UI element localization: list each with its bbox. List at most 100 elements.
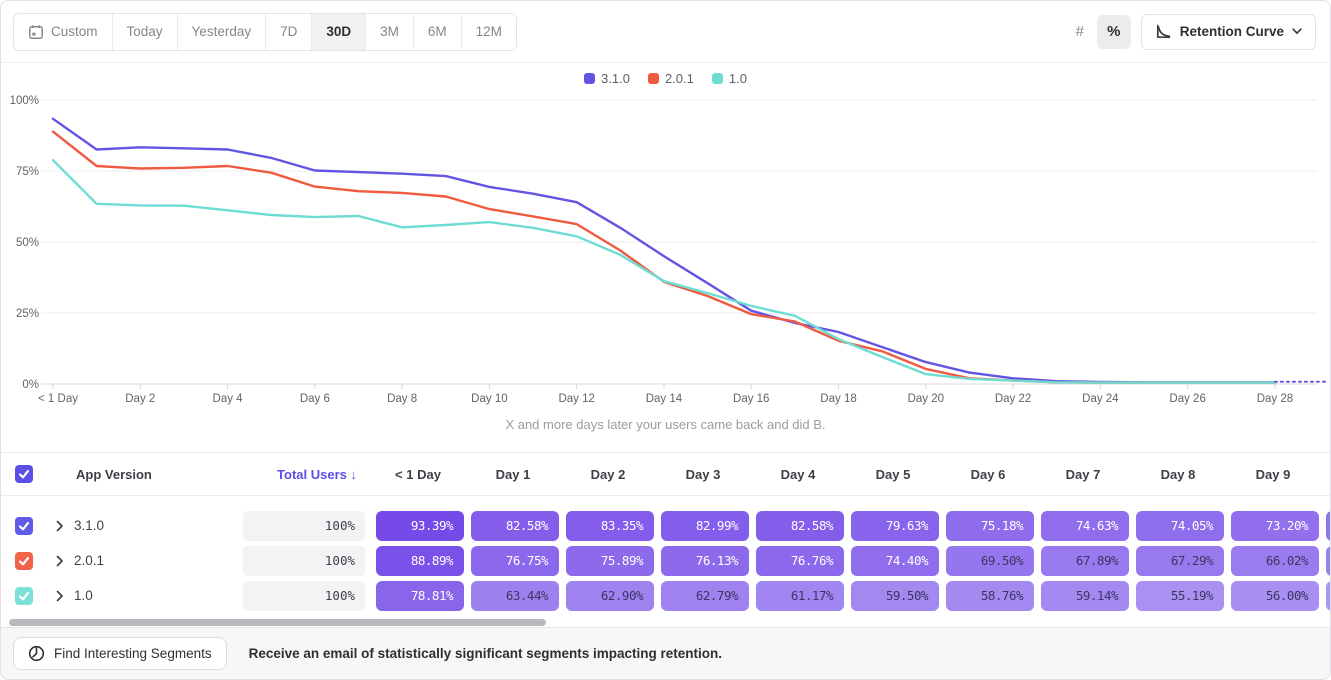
retention-value-pill[interactable]: 59.14% (1041, 581, 1129, 611)
total-users-cell: 100% (243, 546, 365, 576)
find-interesting-segments-button[interactable]: Find Interesting Segments (13, 637, 227, 670)
retention-cell-wrap: 74.40% (840, 546, 935, 576)
header-day-column[interactable]: Day 7 (1030, 467, 1125, 482)
retention-value-pill[interactable]: 74.40% (851, 546, 939, 576)
x-axis-label: < 1 Day (38, 393, 78, 405)
legend-label: 3.1.0 (601, 71, 630, 86)
absolute-format-button[interactable]: # (1063, 15, 1097, 49)
x-axis-label: Day 8 (387, 393, 417, 405)
retention-value-pill[interactable]: 82.58% (756, 511, 844, 541)
check-icon (18, 468, 30, 480)
date-range-yesterday[interactable]: Yesterday (177, 14, 266, 50)
retention-value-pill[interactable]: 78.81% (376, 581, 464, 611)
legend-item[interactable]: 3.1.0 (584, 71, 630, 86)
retention-value-pill[interactable]: 69.50% (946, 546, 1034, 576)
retention-value-pill[interactable]: 74.05% (1136, 511, 1224, 541)
table-header-row: App Version Total Users ↓ < 1 DayDay 1Da… (1, 452, 1330, 496)
y-axis-label: 50% (16, 237, 39, 249)
date-range-30d[interactable]: 30D (311, 14, 365, 50)
date-range-custom[interactable]: Custom (14, 14, 112, 50)
legend-item[interactable]: 2.0.1 (648, 71, 694, 86)
series-line-3.1.0[interactable] (53, 119, 1275, 383)
retention-value-pill[interactable]: 82.99% (661, 511, 749, 541)
header-day-column[interactable]: Day 2 (555, 467, 650, 482)
percent-format-button[interactable]: % (1097, 15, 1131, 49)
row-checkbox[interactable] (15, 517, 33, 535)
row-checkbox[interactable] (15, 552, 33, 570)
retention-value-pill-clipped[interactable] (1326, 546, 1331, 576)
expand-chevron-icon[interactable] (56, 520, 64, 532)
retention-value-pill[interactable]: 56.00% (1231, 581, 1319, 611)
retention-cell-wrap: 55.19% (1125, 581, 1220, 611)
retention-value-pill[interactable]: 66.02% (1231, 546, 1319, 576)
retention-value-pill[interactable]: 79.63% (851, 511, 939, 541)
retention-value-pill[interactable]: 93.39% (376, 511, 464, 541)
header-total-users-label: Total Users (277, 467, 347, 482)
chart-type-dropdown[interactable]: Retention Curve (1141, 14, 1316, 50)
app-version-name: 3.1.0 (74, 518, 104, 533)
row-checkbox[interactable] (15, 587, 33, 605)
retention-value-pill[interactable]: 75.89% (566, 546, 654, 576)
x-axis-label: Day 28 (1257, 393, 1293, 405)
date-range-3m[interactable]: 3M (365, 14, 413, 50)
date-range-label: 3M (380, 24, 399, 39)
retention-value-pill[interactable]: 61.17% (756, 581, 844, 611)
expand-chevron-icon[interactable] (56, 555, 64, 567)
retention-value-pill[interactable]: 63.44% (471, 581, 559, 611)
select-all-checkbox[interactable] (15, 465, 33, 483)
legend-item[interactable]: 1.0 (712, 71, 747, 86)
retention-value-pill[interactable]: 76.13% (661, 546, 749, 576)
retention-value-pill[interactable]: 55.19% (1136, 581, 1224, 611)
date-range-12m[interactable]: 12M (461, 14, 516, 50)
header-day-column[interactable]: Day 1 (460, 467, 555, 482)
table-row: 3.1.0100%93.39%82.58%83.35%82.99%82.58%7… (1, 508, 1330, 543)
horizontal-scrollbar-track[interactable] (9, 619, 1324, 627)
retention-value-pill[interactable]: 76.76% (756, 546, 844, 576)
retention-cell-wrap: 78.81% (365, 581, 460, 611)
retention-cell-wrap: 61.17% (745, 581, 840, 611)
retention-value-pill[interactable]: 67.89% (1041, 546, 1129, 576)
check-icon (18, 590, 30, 602)
header-day-column[interactable]: Day 8 (1125, 467, 1220, 482)
header-day-column[interactable]: Day 9 (1220, 467, 1315, 482)
retention-value-pill[interactable]: 73.20% (1231, 511, 1319, 541)
header-day-column[interactable]: Day 3 (650, 467, 745, 482)
date-range-label: 7D (280, 24, 297, 39)
retention-value-pill[interactable]: 88.89% (376, 546, 464, 576)
retention-value-pill[interactable]: 62.90% (566, 581, 654, 611)
header-day-column[interactable]: Day 4 (745, 467, 840, 482)
legend-swatch (648, 73, 659, 84)
header-day-column[interactable]: Day 6 (935, 467, 1030, 482)
retention-cell-wrap: 59.14% (1030, 581, 1125, 611)
retention-value-pill[interactable]: 62.79% (661, 581, 749, 611)
header-total-users-sort[interactable]: Total Users ↓ (243, 467, 365, 482)
row-checkbox-cell (1, 587, 44, 605)
header-day-column[interactable]: Day 5 (840, 467, 935, 482)
retention-value-pill-clipped[interactable] (1326, 511, 1331, 541)
retention-value-pill[interactable]: 82.58% (471, 511, 559, 541)
y-axis-label: 25% (16, 308, 39, 320)
date-range-today[interactable]: Today (112, 14, 177, 50)
date-range-label: Today (127, 24, 163, 39)
app-version-name: 2.0.1 (74, 553, 104, 568)
date-range-7d[interactable]: 7D (265, 14, 311, 50)
horizontal-scrollbar-thumb[interactable] (9, 619, 546, 626)
retention-value-pill[interactable]: 76.75% (471, 546, 559, 576)
toolbar-right: # % Retention Curve (1063, 14, 1316, 50)
retention-value-pill[interactable]: 75.18% (946, 511, 1034, 541)
series-line-1.0[interactable] (53, 160, 1275, 382)
retention-cell-wrap: 75.18% (935, 511, 1030, 541)
calendar-icon (28, 24, 44, 40)
retention-value-pill[interactable]: 58.76% (946, 581, 1034, 611)
sort-descending-icon: ↓ (351, 467, 358, 482)
header-day-column[interactable]: < 1 Day (365, 467, 460, 482)
expand-chevron-icon[interactable] (56, 590, 64, 602)
retention-cell-wrap: 83.35% (555, 511, 650, 541)
retention-value-pill[interactable]: 59.50% (851, 581, 939, 611)
date-range-6m[interactable]: 6M (413, 14, 461, 50)
retention-value-pill[interactable]: 74.63% (1041, 511, 1129, 541)
retention-value-pill[interactable]: 67.29% (1136, 546, 1224, 576)
retention-value-pill-clipped[interactable] (1326, 581, 1331, 611)
segments-icon (28, 645, 45, 662)
retention-value-pill[interactable]: 83.35% (566, 511, 654, 541)
